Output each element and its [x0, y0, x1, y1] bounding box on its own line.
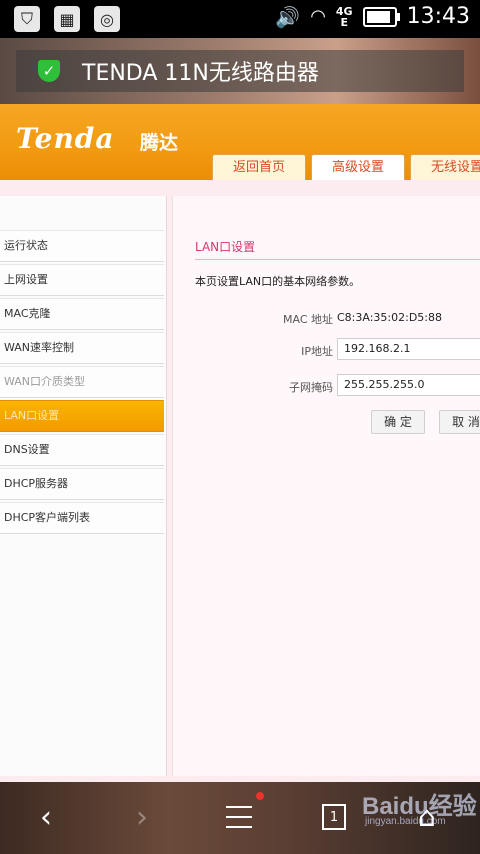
browser-bottom-bar: ‹ › 1 ⌂ Baidu经验 jingyan.baidu.com: [0, 782, 480, 854]
tab-wireless[interactable]: 无线设置: [410, 154, 480, 181]
sidebar-item-internet[interactable]: 上网设置: [0, 264, 164, 296]
ip-label: IP地址: [301, 345, 333, 358]
panel-description: 本页设置LAN口的基本网络参数。: [195, 275, 361, 288]
sidebar-item-dns[interactable]: DNS设置: [0, 434, 164, 466]
mac-value: C8:3A:35:02:D5:88: [337, 311, 442, 324]
volume-icon: 🔊: [275, 4, 301, 29]
ip-address-input[interactable]: 192.168.2.1: [337, 338, 480, 360]
divider: [195, 259, 480, 260]
sidebar: 运行状态 上网设置 MAC克隆 WAN速率控制 WAN口介质类型 LAN口设置 …: [0, 196, 167, 776]
router-header: Tenda 腾达 返回首页 高级设置 无线设置: [0, 104, 480, 181]
mac-row: MAC 地址 C8:3A:35:02:D5:88: [173, 306, 480, 330]
forward-icon[interactable]: ›: [136, 800, 148, 835]
top-tabs: 返回首页 高级设置 无线设置: [212, 154, 480, 181]
ok-button[interactable]: 确 定: [371, 410, 425, 434]
mask-label: 子网掩码: [289, 381, 333, 394]
notification-icon: ⛉: [14, 6, 40, 32]
sidebar-item-wan-rate[interactable]: WAN速率控制: [0, 332, 164, 364]
image-icon: ▦: [54, 6, 80, 32]
sidebar-item-mac-clone[interactable]: MAC克隆: [0, 298, 164, 330]
mac-label: MAC 地址: [283, 313, 333, 326]
status-bar: ⛉ ▦ ◎ 🔊 ◠ 4G E 13:43: [0, 0, 480, 38]
network-indicator: 4G E: [336, 6, 353, 28]
tabs-icon[interactable]: 1: [322, 804, 346, 830]
sidebar-menu: 运行状态 上网设置 MAC克隆 WAN速率控制 WAN口介质类型 LAN口设置 …: [0, 230, 164, 536]
ip-row: IP地址 192.168.2.1: [173, 338, 480, 362]
mask-row: 子网掩码 255.255.255.0: [173, 374, 480, 398]
clock: 13:43: [406, 4, 470, 29]
network-sub: E: [340, 15, 348, 29]
page-title: TENDA 11N无线路由器: [82, 61, 319, 86]
wifi-icon: ◠: [310, 6, 326, 27]
cancel-button[interactable]: 取 消: [439, 410, 480, 434]
address-bar[interactable]: ✓ TENDA 11N无线路由器: [16, 50, 464, 92]
menu-icon[interactable]: [226, 806, 252, 828]
content-area: 运行状态 上网设置 MAC克隆 WAN速率控制 WAN口介质类型 LAN口设置 …: [0, 180, 480, 782]
lan-settings-panel: LAN口设置 本页设置LAN口的基本网络参数。 MAC 地址 C8:3A:35:…: [172, 196, 480, 776]
browser-title-bar: ✓ TENDA 11N无线路由器: [0, 38, 480, 104]
sidebar-item-dhcp-clients[interactable]: DHCP客户端列表: [0, 502, 164, 534]
browser-icon: ◎: [94, 6, 120, 32]
notification-dot: [256, 792, 264, 800]
watermark-url: jingyan.baidu.com: [365, 816, 446, 827]
tab-advanced[interactable]: 高级设置: [311, 154, 406, 181]
back-icon[interactable]: ‹: [40, 800, 52, 835]
sidebar-item-lan[interactable]: LAN口设置: [0, 400, 164, 432]
tenda-logo-cn: 腾达: [140, 132, 179, 154]
subnet-mask-input[interactable]: 255.255.255.0: [337, 374, 480, 396]
tab-home[interactable]: 返回首页: [212, 154, 307, 181]
sidebar-item-status[interactable]: 运行状态: [0, 230, 164, 262]
sidebar-item-wan-medium[interactable]: WAN口介质类型: [0, 366, 164, 398]
sidebar-item-dhcp-server[interactable]: DHCP服务器: [0, 468, 164, 500]
panel-title: LAN口设置: [195, 240, 256, 254]
battery-icon: [362, 6, 400, 27]
tenda-logo: Tenda: [16, 122, 115, 155]
network-type: 4G: [335, 4, 353, 18]
secure-shield-icon: ✓: [38, 60, 60, 82]
